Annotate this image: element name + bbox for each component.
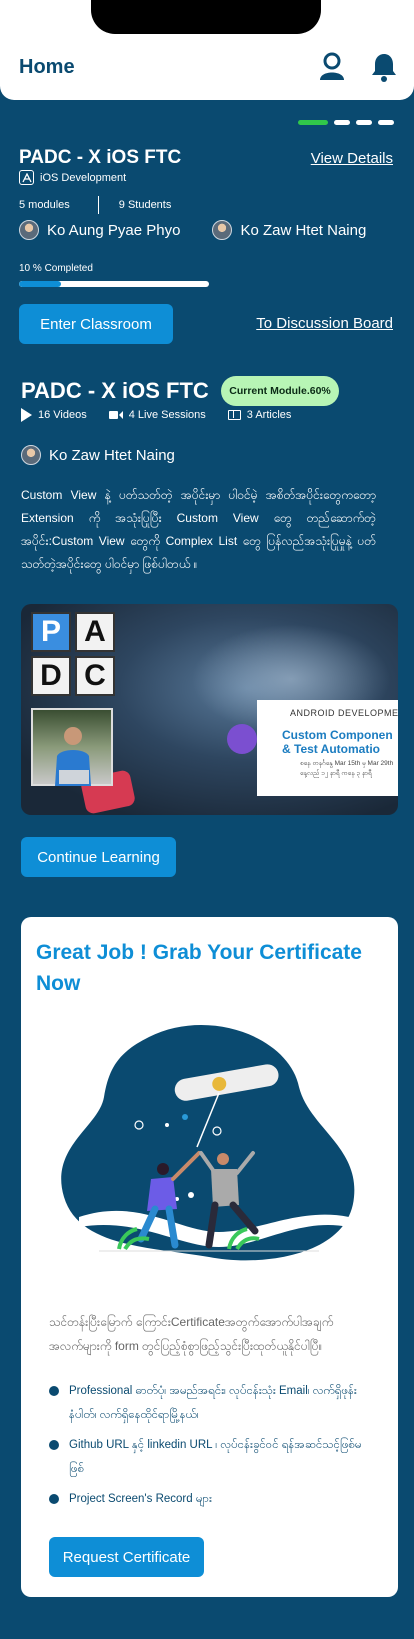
celebration-illustration [61,1025,355,1261]
teacher-name: Ko Zaw Htet Naing [49,446,175,464]
pager-dot[interactable] [378,120,394,125]
presenter-camera [31,708,113,786]
avatar [212,220,233,240]
bell-icon[interactable] [370,52,398,82]
development-icon [19,170,34,185]
module-title: PADC - X iOS FTC [21,378,209,403]
instructor-list: Ko Aung Pyae Phyo Ko Zaw Htet Naing [19,220,366,240]
course-department: iOS Development [19,170,126,185]
list-item: Project Screen's Record များ [49,1487,369,1511]
certificate-card: Great Job ! Grab Your Certificate Now သင… [21,917,398,1597]
progress-fill [19,281,61,287]
live-sessions-meta: 4 Live Sessions [108,409,206,421]
user-icon[interactable] [318,52,346,82]
module-description: Custom View နဲ့ ပတ်သတ်တဲ့ အပိုင်းမှာ ပါဝ… [21,488,376,571]
instructor-name: Ko Aung Pyae Phyo [47,221,181,239]
request-certificate-button[interactable]: Request Certificate [49,1537,204,1577]
certificate-title: Great Job ! Grab Your Certificate Now [36,941,362,995]
enter-classroom-button[interactable]: Enter Classroom [19,304,173,344]
pager-dot[interactable] [356,120,372,125]
instructor-name: Ko Zaw Htet Naing [240,221,367,239]
list-item: Github URL နှင့် linkedin URL ၊ လုပ်ငန်း… [49,1433,369,1481]
certificate-description: သင်တန်းပြီးမြောက် ကြောင်းCertificateအတွက… [49,1315,334,1353]
certificate-requirements: Professional ဓာတ်ပုံ၊ အမည်အရင်း၊ လုပ်ငန်… [49,1379,369,1517]
module-teacher: Ko Zaw Htet Naing [21,445,175,465]
articles-count: 3 Articles [246,409,292,421]
padc-logo: P A D C [31,612,115,696]
live-sessions-count: 4 Live Sessions [128,409,206,421]
students-count: 9 Students [118,199,172,211]
videos-meta: 16 Videos [21,408,87,422]
lesson-video-thumbnail[interactable]: P A D C ANDROID DEVELOPMEN Custom Compon… [21,604,398,815]
continue-learning-button[interactable]: Continue Learning [21,837,176,877]
articles-meta: 3 Articles [227,409,292,421]
progress-label: 10 % Completed [19,263,93,274]
discussion-board-link[interactable]: To Discussion Board [256,315,393,332]
play-icon [21,408,32,422]
stats-divider [97,196,99,214]
pager-dot-active[interactable] [298,120,328,125]
course-title: PADC - X iOS FTC [19,147,182,168]
pager-dot[interactable] [334,120,350,125]
view-details-link[interactable]: View Details [311,150,393,167]
book-icon [227,410,241,420]
device-notch [91,0,321,34]
module-meta: 16 Videos 4 Live Sessions 3 Articles [21,408,313,422]
carousel-pager[interactable] [298,120,394,125]
video-camera-icon [108,411,123,419]
videos-count: 16 Videos [38,409,87,421]
department-label: iOS Development [40,171,127,184]
list-item: Professional ဓာတ်ပုံ၊ အမည်အရင်း၊ လုပ်ငန်… [49,1379,369,1427]
modules-count: 5 modules [19,199,70,211]
avatar [21,445,41,465]
progress-bar [19,281,209,287]
app-header: Home [0,0,414,100]
phone-app-icon [227,724,257,754]
lesson-slide: ANDROID DEVELOPMEN Custom Componen & Test… [257,700,398,796]
course-stats: 5 modules 9 Students [19,196,171,214]
current-module-badge: Current Module.60% [221,376,339,406]
page-title: Home [19,56,75,78]
avatar [19,220,39,240]
